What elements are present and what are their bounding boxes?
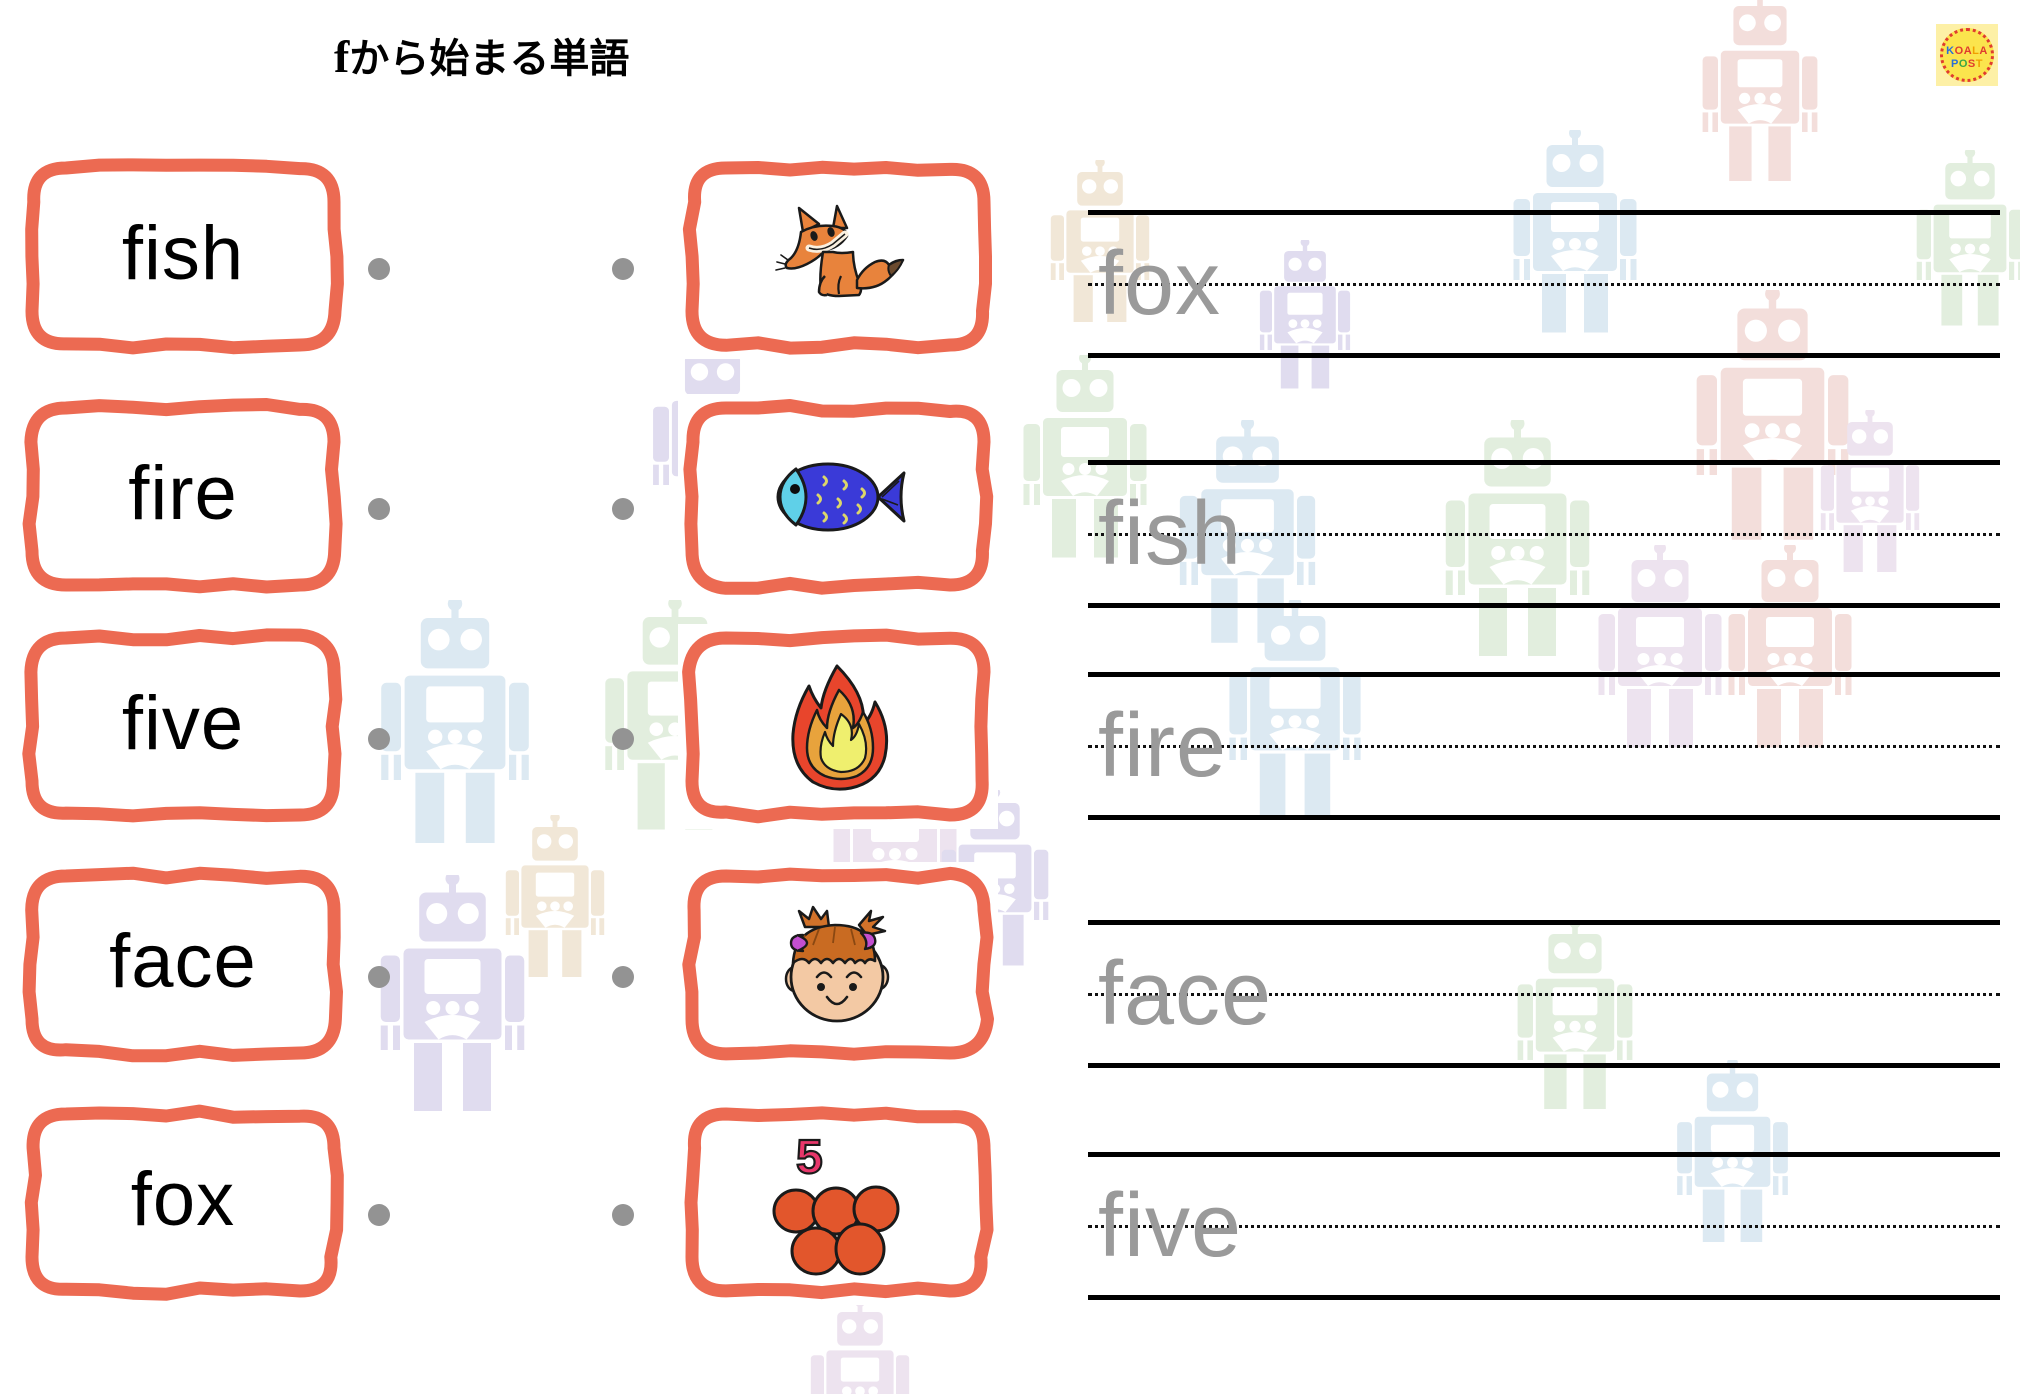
- connector-dot-pic-fox[interactable]: [612, 258, 634, 280]
- word-card-fire[interactable]: fire: [18, 394, 348, 599]
- trace-word: fox: [1098, 234, 1222, 334]
- writing-row-fish[interactable]: fish: [1088, 460, 2000, 608]
- writing-top-line: [1088, 1152, 2000, 1157]
- connector-dot-pic-face[interactable]: [612, 966, 634, 988]
- writing-top-line: [1088, 920, 2000, 925]
- connector-dot-pic-five[interactable]: [612, 1204, 634, 1226]
- word-label: face: [109, 918, 257, 1004]
- title-letter: f: [334, 31, 350, 82]
- fox-illustration: [775, 204, 905, 297]
- writing-top-line: [1088, 460, 2000, 465]
- writing-top-line: [1088, 210, 2000, 215]
- connector-dot-word-fox[interactable]: [368, 1204, 390, 1226]
- word-card-five[interactable]: five: [18, 624, 348, 829]
- connector-dot-word-face[interactable]: [368, 966, 390, 988]
- writing-row-fire[interactable]: fire: [1088, 672, 2000, 820]
- trace-word: fish: [1098, 484, 1243, 584]
- card-content: [678, 624, 998, 829]
- title-text: から始まる単語: [349, 37, 630, 81]
- word-label: fire: [128, 450, 238, 536]
- writing-base-line: [1088, 1295, 2000, 1300]
- word-card-fish[interactable]: fish: [18, 154, 348, 359]
- koala-post-logo: KOALA POST: [1936, 24, 1998, 86]
- page-title: fから始まる単語: [334, 26, 629, 84]
- writing-base-line: [1088, 815, 2000, 820]
- connector-dot-word-fire[interactable]: [368, 498, 390, 520]
- writing-top-line: [1088, 672, 2000, 677]
- card-content: 5: [678, 1100, 998, 1305]
- trace-word: face: [1098, 944, 1273, 1044]
- writing-base-line: [1088, 1063, 2000, 1068]
- card-content: [678, 862, 998, 1067]
- worksheet-page: fから始まる単語 KOALA POST fish fire five face: [0, 0, 2020, 1394]
- writing-mid-line: [1088, 283, 2000, 286]
- picture-card-fox[interactable]: [678, 154, 998, 359]
- trace-word: fire: [1098, 696, 1228, 796]
- card-content: fish: [18, 154, 348, 359]
- word-label: five: [121, 680, 245, 766]
- writing-row-five[interactable]: five: [1088, 1152, 2000, 1300]
- picture-card-fish[interactable]: [678, 394, 998, 599]
- writing-base-line: [1088, 353, 2000, 358]
- robot-watermark: [505, 815, 605, 977]
- fish-illustration: [776, 462, 906, 531]
- number-five-label: 5: [796, 1131, 823, 1184]
- connector-dot-pic-fish[interactable]: [612, 498, 634, 520]
- connector-dot-pic-fire[interactable]: [612, 728, 634, 750]
- writing-row-fox[interactable]: fox: [1088, 210, 2000, 358]
- card-content: [678, 154, 998, 359]
- card-content: [678, 394, 998, 599]
- picture-card-face[interactable]: [678, 862, 998, 1067]
- card-content: fox: [18, 1100, 348, 1305]
- robot-watermark: [1702, 0, 1818, 181]
- girl-face-illustration: [784, 905, 890, 1022]
- connector-dot-word-fish[interactable]: [368, 258, 390, 280]
- writing-row-face[interactable]: face: [1088, 920, 2000, 1068]
- card-content: five: [18, 624, 348, 829]
- card-content: face: [18, 862, 348, 1067]
- robot-watermark: [381, 600, 529, 843]
- word-card-fox[interactable]: fox: [18, 1100, 348, 1305]
- card-content: fire: [18, 394, 348, 599]
- word-label: fish: [121, 210, 245, 296]
- picture-card-fire[interactable]: [678, 624, 998, 829]
- robot-watermark: [810, 1300, 910, 1394]
- five-oranges-illustration: 5: [772, 1129, 900, 1275]
- connector-dot-word-five[interactable]: [368, 728, 390, 750]
- logo-line-2: POST: [1951, 58, 1983, 70]
- word-card-face[interactable]: face: [18, 862, 348, 1067]
- logo-line-1: KOALA: [1946, 45, 1988, 57]
- trace-word: five: [1098, 1176, 1243, 1276]
- robot-watermark: [380, 875, 525, 1112]
- writing-base-line: [1088, 603, 2000, 608]
- word-label: fox: [130, 1156, 236, 1242]
- picture-card-five[interactable]: 5: [678, 1100, 998, 1305]
- flame-illustration: [791, 664, 889, 791]
